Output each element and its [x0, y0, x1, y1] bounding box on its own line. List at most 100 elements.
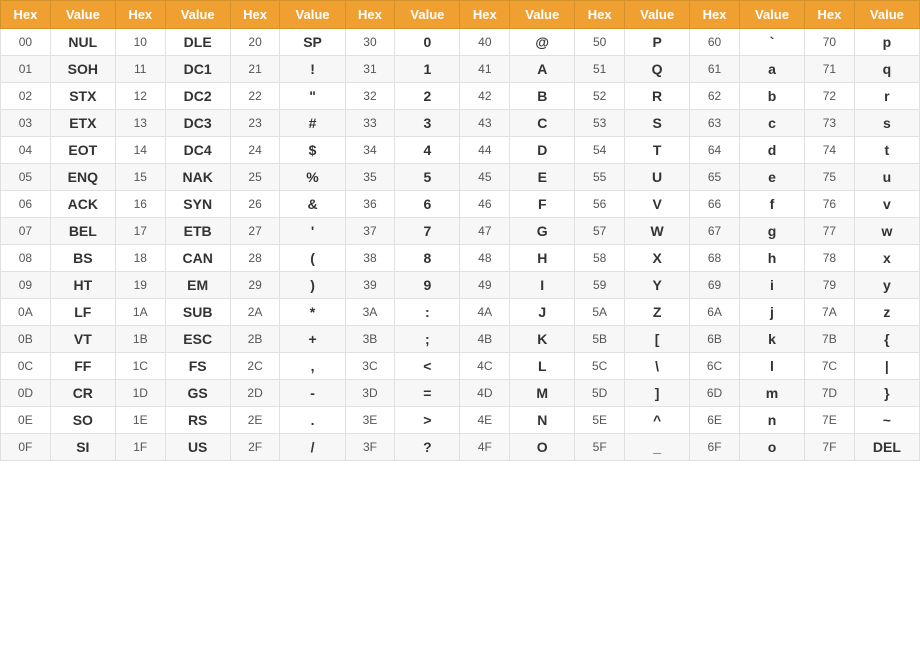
- hex-cell: 19: [115, 272, 165, 299]
- value-cell: SYN: [165, 191, 230, 218]
- value-cell: SUB: [165, 299, 230, 326]
- hex-cell: 56: [575, 191, 625, 218]
- hex-cell: 48: [460, 245, 510, 272]
- table-row: 0ESO1ERS2E.3E>4EN5E^6En7E~: [1, 407, 920, 434]
- value-cell: DC4: [165, 137, 230, 164]
- value-cell: ~: [854, 407, 919, 434]
- value-cell: D: [510, 137, 575, 164]
- hex-cell: 54: [575, 137, 625, 164]
- value-cell: H: [510, 245, 575, 272]
- hex-cell: 53: [575, 110, 625, 137]
- value-cell: LF: [50, 299, 115, 326]
- hex-cell: 13: [115, 110, 165, 137]
- value-cell: BS: [50, 245, 115, 272]
- value-cell: *: [280, 299, 345, 326]
- hex-cell: 06: [1, 191, 51, 218]
- hex-cell: 5E: [575, 407, 625, 434]
- value-cell: S: [625, 110, 690, 137]
- value-cell: DLE: [165, 29, 230, 56]
- hex-cell: 0D: [1, 380, 51, 407]
- value-cell: ': [280, 218, 345, 245]
- hex-cell: 6A: [690, 299, 740, 326]
- hex-header: Hex: [1, 1, 51, 29]
- hex-cell: 1E: [115, 407, 165, 434]
- hex-cell: 1C: [115, 353, 165, 380]
- hex-cell: 20: [230, 29, 280, 56]
- value-cell: US: [165, 434, 230, 461]
- value-cell: 0: [395, 29, 460, 56]
- value-cell: STX: [50, 83, 115, 110]
- value-cell: #: [280, 110, 345, 137]
- hex-cell: 0C: [1, 353, 51, 380]
- hex-cell: 31: [345, 56, 395, 83]
- value-cell: C: [510, 110, 575, 137]
- value-cell: CR: [50, 380, 115, 407]
- hex-header: Hex: [690, 1, 740, 29]
- value-cell: R: [625, 83, 690, 110]
- value-cell: m: [739, 380, 804, 407]
- hex-cell: 3E: [345, 407, 395, 434]
- hex-cell: 67: [690, 218, 740, 245]
- hex-cell: 11: [115, 56, 165, 83]
- value-cell: f: [739, 191, 804, 218]
- value-cell: r: [854, 83, 919, 110]
- ascii-table: HexValueHexValueHexValueHexValueHexValue…: [0, 0, 920, 461]
- hex-cell: 6F: [690, 434, 740, 461]
- value-cell: F: [510, 191, 575, 218]
- value-cell: o: [739, 434, 804, 461]
- value-cell: y: [854, 272, 919, 299]
- value-header: Value: [739, 1, 804, 29]
- hex-cell: 4E: [460, 407, 510, 434]
- hex-cell: 7E: [805, 407, 855, 434]
- hex-cell: 39: [345, 272, 395, 299]
- value-cell: @: [510, 29, 575, 56]
- hex-cell: 45: [460, 164, 510, 191]
- value-cell: /: [280, 434, 345, 461]
- value-cell: ETB: [165, 218, 230, 245]
- value-cell: a: [739, 56, 804, 83]
- hex-cell: 09: [1, 272, 51, 299]
- value-cell: CAN: [165, 245, 230, 272]
- table-row: 0FSI1FUS2F/3F?4FO5F_6Fo7FDEL: [1, 434, 920, 461]
- hex-cell: 7C: [805, 353, 855, 380]
- value-cell: A: [510, 56, 575, 83]
- value-cell: !: [280, 56, 345, 83]
- value-cell: i: [739, 272, 804, 299]
- hex-cell: 01: [1, 56, 51, 83]
- hex-cell: 33: [345, 110, 395, 137]
- hex-cell: 0A: [1, 299, 51, 326]
- hex-header: Hex: [115, 1, 165, 29]
- value-cell: ^: [625, 407, 690, 434]
- hex-cell: 4F: [460, 434, 510, 461]
- hex-cell: 23: [230, 110, 280, 137]
- value-cell: Y: [625, 272, 690, 299]
- value-cell: DC1: [165, 56, 230, 83]
- value-cell: :: [395, 299, 460, 326]
- hex-cell: 5D: [575, 380, 625, 407]
- value-cell: ESC: [165, 326, 230, 353]
- hex-cell: 66: [690, 191, 740, 218]
- hex-cell: 16: [115, 191, 165, 218]
- value-cell: 8: [395, 245, 460, 272]
- value-cell: ]: [625, 380, 690, 407]
- value-cell: GS: [165, 380, 230, 407]
- value-cell: HT: [50, 272, 115, 299]
- table-row: 0CFF1CFS2C,3C<4CL5C\6Cl7C|: [1, 353, 920, 380]
- hex-cell: 1F: [115, 434, 165, 461]
- value-cell: {: [854, 326, 919, 353]
- hex-cell: 6E: [690, 407, 740, 434]
- hex-cell: 3D: [345, 380, 395, 407]
- hex-cell: 21: [230, 56, 280, 83]
- value-cell: e: [739, 164, 804, 191]
- value-cell: g: [739, 218, 804, 245]
- hex-cell: 63: [690, 110, 740, 137]
- hex-cell: 00: [1, 29, 51, 56]
- hex-cell: 2F: [230, 434, 280, 461]
- value-cell: RS: [165, 407, 230, 434]
- value-cell: EOT: [50, 137, 115, 164]
- hex-header: Hex: [575, 1, 625, 29]
- hex-cell: 10: [115, 29, 165, 56]
- hex-cell: 1B: [115, 326, 165, 353]
- value-cell: W: [625, 218, 690, 245]
- table-row: 06ACK16SYN26&36646F56V66f76v: [1, 191, 920, 218]
